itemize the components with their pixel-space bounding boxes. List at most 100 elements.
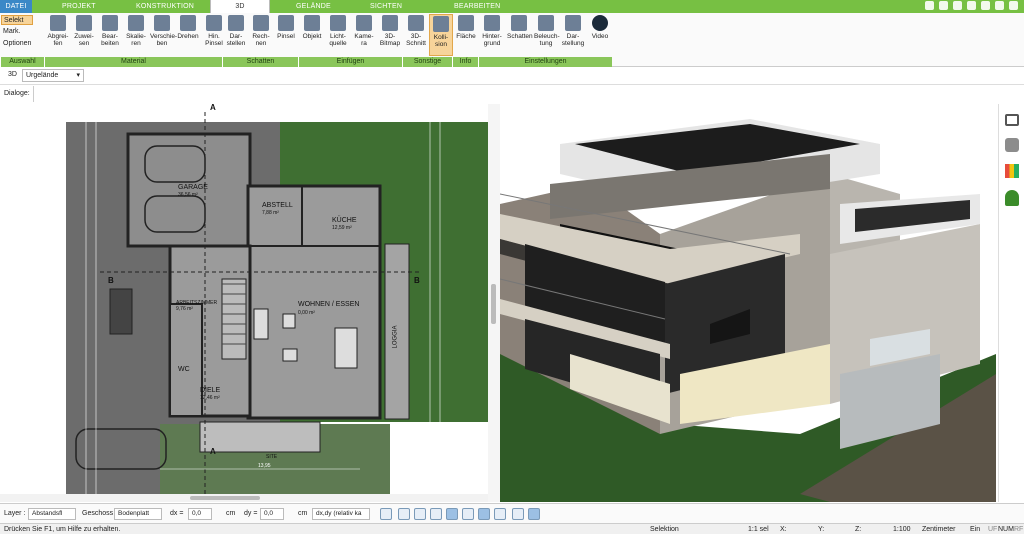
einfuegen-button-label-1: Licht- quelle <box>329 33 347 47</box>
ribbon-tabs: Datei Projekt Konstruktion 3D Gelände Si… <box>0 0 1024 13</box>
move-mode-dropdown[interactable]: dx,dy (relativ ka <box>312 508 370 520</box>
3d-house-render <box>500 119 996 502</box>
info-button-label-0: Fläche <box>456 33 476 40</box>
layer-snap-icon[interactable] <box>478 508 490 520</box>
einfuegen-button-label-2: Kame- ra <box>354 33 374 47</box>
room-area-garage: 36,56 m² <box>178 192 198 198</box>
assign-icon <box>76 15 92 31</box>
schatten-button-2[interactable]: Pinsel <box>274 14 298 56</box>
room-area-kuche: 12,59 m² <box>332 225 352 231</box>
einfuegen-button-3[interactable]: 3D- Bitmap <box>378 14 402 56</box>
tab-konstruktion[interactable]: Konstruktion <box>136 0 194 13</box>
einstellungen-button-4[interactable]: Video <box>588 14 612 56</box>
site-label: SITE <box>266 454 278 460</box>
view-mode-value: Urgelände <box>26 72 59 79</box>
room-label-diele: DIELE <box>200 387 221 394</box>
material-button-1[interactable]: Zuwei- sen <box>72 14 96 56</box>
paste-icon[interactable] <box>430 508 442 520</box>
room-label-kuche: KÜCHE <box>332 217 357 224</box>
dy-label: dy = <box>244 510 258 517</box>
material-button-label-4: Verschie- ben <box>150 33 178 47</box>
room-area-arbeit: 9,76 m² <box>176 306 193 312</box>
geschoss-dropdown[interactable]: Bodenplatt <box>114 508 162 520</box>
save-icon[interactable] <box>939 1 948 10</box>
material-button-2[interactable]: Bear- beiten <box>98 14 122 56</box>
material-button-5[interactable]: Drehen <box>176 14 200 56</box>
tab-datei[interactable]: Datei <box>0 0 32 13</box>
object-icon <box>304 15 320 31</box>
einfuegen-button-2[interactable]: Kame- ra <box>352 14 376 56</box>
room-label-abstell: ABSTELL <box>262 202 293 209</box>
schatten-button-label-0: Dar- stellen <box>226 33 246 47</box>
undo-icon[interactable] <box>953 1 962 10</box>
display-icon <box>565 15 581 31</box>
layer-label: Layer : <box>4 510 26 517</box>
grid-icon[interactable] <box>512 508 524 520</box>
sonstige-button-1[interactable]: Kolli- sion <box>429 14 453 56</box>
north-icon[interactable] <box>528 508 540 520</box>
layer-dropdown[interactable]: Abstandsfl <box>28 508 76 520</box>
einfuegen-button-1[interactable]: Licht- quelle <box>326 14 350 56</box>
layout-icon[interactable] <box>981 1 990 10</box>
sonstige-button-0[interactable]: 3D- Schnitt <box>404 14 428 56</box>
schatten-button-1[interactable]: Rech- nen <box>249 14 273 56</box>
tool-icon[interactable] <box>925 1 934 10</box>
einstellungen-button-2[interactable]: Beleuch- tung <box>534 14 560 56</box>
edit-icon <box>102 15 118 31</box>
help-icon[interactable] <box>995 1 1004 10</box>
dy-input[interactable]: 0,0 <box>260 508 284 520</box>
geschoss-label: Geschoss : <box>82 510 118 517</box>
scale-icon <box>128 15 144 31</box>
tab-sichten[interactable]: Sichten <box>370 0 402 13</box>
tree-icon[interactable] <box>1005 190 1019 206</box>
schatten-button-0[interactable]: Dar- stellen <box>224 14 248 56</box>
copy-icon[interactable] <box>414 508 426 520</box>
print-icon[interactable] <box>967 1 976 10</box>
palette-icon[interactable] <box>1005 164 1019 178</box>
bottom-toolbar: Layer : Abstandsfl Geschoss : Bodenplatt… <box>0 503 1024 523</box>
chair-icon[interactable] <box>1005 138 1019 152</box>
dx-input[interactable]: 0,0 <box>188 508 212 520</box>
layers-icon[interactable] <box>1005 114 1019 126</box>
tab-bearbeiten[interactable]: Bearbeiten <box>454 0 500 13</box>
view-mode-dropdown[interactable]: Urgelände ▾ <box>22 69 84 82</box>
vertical-scroll-thumb[interactable] <box>491 284 496 324</box>
material-button-4[interactable]: Verschie- ben <box>150 14 178 56</box>
material-button-3[interactable]: Skalie- ren <box>124 14 148 56</box>
einstellungen-button-1[interactable]: Schatten <box>507 14 533 56</box>
minimize-icon[interactable] <box>1009 1 1018 10</box>
material-button-6[interactable]: Hin. Pinsel <box>202 14 226 56</box>
group-label-einstellungen: Einstellungen <box>478 57 612 67</box>
mark-button[interactable]: Mark. <box>3 27 21 37</box>
einfuegen-button-0[interactable]: Objekt <box>300 14 324 56</box>
clock-icon[interactable] <box>380 508 392 520</box>
brush-icon <box>206 15 222 31</box>
3d-view[interactable] <box>500 104 996 502</box>
einstellungen-button-label-2: Beleuch- tung <box>534 33 560 47</box>
room-label-wohnen: WOHNEN / ESSEN <box>298 301 360 308</box>
options-button[interactable]: Optionen <box>3 39 31 49</box>
vertical-scrollbar[interactable] <box>488 104 500 502</box>
einstellungen-button-3[interactable]: Dar- stellung <box>561 14 585 56</box>
shadow-brush-icon <box>278 15 294 31</box>
snap-line-icon[interactable] <box>446 508 458 520</box>
shade-icon <box>228 15 244 31</box>
lighting-icon <box>538 15 554 31</box>
horizontal-scrollbar[interactable] <box>0 494 488 502</box>
status-help: Drücken Sie F1, um Hilfe zu erhalten. <box>4 526 121 533</box>
tab-gelande[interactable]: Gelände <box>296 0 331 13</box>
select-button[interactable]: Selekt <box>1 15 33 25</box>
horizontal-scroll-thumb[interactable] <box>190 496 260 500</box>
floor-plan-view[interactable]: GARAGE 36,56 m² ABSTELL 7,88 m² KÜCHE 12… <box>0 104 488 494</box>
monitor-icon[interactable] <box>398 508 410 520</box>
tab-projekt[interactable]: Projekt <box>62 0 96 13</box>
collision-icon <box>433 16 449 32</box>
einstellungen-button-0[interactable]: Hinter- grund <box>480 14 504 56</box>
tab-3d[interactable]: 3D <box>210 0 270 13</box>
info-button-0[interactable]: Fläche <box>454 14 478 56</box>
group-label-schatten: Schatten <box>222 57 298 67</box>
snap-angle-icon[interactable] <box>462 508 474 520</box>
document-icon[interactable] <box>494 508 506 520</box>
material-button-label-1: Zuwei- sen <box>74 33 94 47</box>
material-button-0[interactable]: Abgrei- fen <box>46 14 70 56</box>
